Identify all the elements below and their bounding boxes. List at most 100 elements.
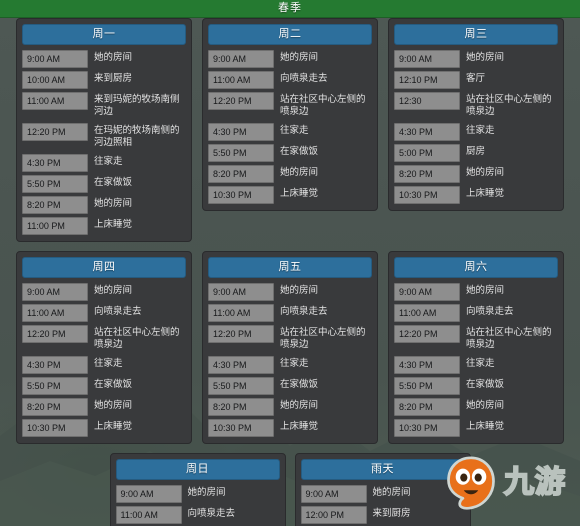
schedule-entry[interactable]: 9:00 AM 她的房间 — [394, 50, 558, 68]
schedule-entry[interactable]: 10:30 PM 上床睡觉 — [208, 186, 372, 204]
schedule-entry[interactable]: 11:00 AM 向喷泉走去 — [208, 71, 372, 89]
day-label: 周四 — [92, 261, 116, 273]
schedule-entry[interactable]: 11:00 AM 向喷泉走去 — [394, 304, 558, 322]
schedule-entry[interactable]: 12:00 PM 来到厨房 — [300, 506, 465, 524]
entry-text: 上床睡觉 — [280, 421, 319, 432]
day-panel-wednesday[interactable]: 周三 9:00 AM 她的房间 12:10 PM 客厅 12:30 站在社区中心… — [388, 18, 564, 211]
entry-list-friday: 9:00 AM 她的房间 11:00 AM 向喷泉走去 12:20 PM 站在社… — [208, 283, 372, 437]
day-panel-saturday[interactable]: 周六 9:00 AM 她的房间 11:00 AM 向喷泉走去 12:20 PM … — [388, 251, 564, 444]
entry-time: 8:20 PM — [208, 165, 274, 183]
day-panel-monday[interactable]: 周一 9:00 AM 她的房间 10:00 AM 来到厨房 11:00 AM 来… — [16, 18, 192, 242]
schedule-entry[interactable]: 9:00 AM 她的房间 — [300, 485, 465, 503]
entry-time: 11:00 PM — [22, 217, 88, 235]
schedule-entry[interactable]: 10:00 AM 来到厨房 — [22, 71, 186, 89]
schedule-entry[interactable]: 8:20 PM 她的房间 — [22, 398, 186, 416]
day-panel-thursday[interactable]: 周四 9:00 AM 她的房间 11:00 AM 向喷泉走去 12:20 PM … — [16, 251, 192, 444]
day-panel-rainy[interactable]: 雨天 9:00 AM 她的房间 12:00 PM 来到厨房 4:00 PM 回卧… — [294, 453, 471, 526]
schedule-entry[interactable]: 11:00 AM 向喷泉走去 — [208, 304, 372, 322]
schedule-entry[interactable]: 9:00 AM 她的房间 — [208, 50, 372, 68]
entry-list-tuesday: 9:00 AM 她的房间 11:00 AM 向喷泉走去 12:20 PM 站在社… — [208, 50, 372, 204]
day-panel-friday[interactable]: 周五 9:00 AM 她的房间 11:00 AM 向喷泉走去 12:20 PM … — [202, 251, 378, 444]
schedule-entry[interactable]: 12:20 PM 站在社区中心左侧的喷泉边 — [22, 325, 186, 353]
entry-time: 10:30 PM — [394, 419, 460, 437]
entry-text: 在家做饭 — [280, 379, 319, 390]
schedule-entry[interactable]: 9:00 AM 她的房间 — [208, 283, 372, 301]
entry-text: 在家做饭 — [466, 379, 505, 390]
entry-time: 10:30 PM — [208, 419, 274, 437]
entry-time: 11:00 AM — [22, 92, 88, 110]
schedule-entry[interactable]: 8:20 PM 她的房间 — [394, 165, 558, 183]
entry-time: 11:00 AM — [208, 71, 274, 89]
entry-text: 厨房 — [466, 146, 486, 157]
schedule-entry[interactable]: 11:00 PM 上床睡觉 — [22, 217, 186, 235]
entry-text: 站在社区中心左侧的喷泉边 — [280, 94, 366, 117]
schedule-entry[interactable]: 11:00 AM 向喷泉走去 — [115, 506, 280, 524]
day-panel-sunday[interactable]: 周日 9:00 AM 她的房间 11:00 AM 向喷泉走去 12:20 PM … — [109, 453, 286, 526]
schedule-entry[interactable]: 12:30 站在社区中心左侧的喷泉边 — [394, 92, 558, 120]
schedule-entry[interactable]: 8:20 PM 她的房间 — [208, 398, 372, 416]
entry-time: 5:50 PM — [208, 377, 274, 395]
entry-time: 12:20 PM — [22, 123, 88, 141]
schedule-entry[interactable]: 12:20 PM 站在社区中心左侧的喷泉边 — [208, 325, 372, 353]
entry-text: 往家走 — [94, 156, 123, 167]
entry-time: 12:20 PM — [208, 92, 274, 110]
schedule-entry[interactable]: 12:20 PM 在玛妮的牧场南侧的河边照相 — [22, 123, 186, 151]
schedule-entry[interactable]: 4:30 PM 往家走 — [394, 356, 558, 374]
entry-time: 8:20 PM — [394, 398, 460, 416]
schedule-entry[interactable]: 10:30 PM 上床睡觉 — [208, 419, 372, 437]
schedule-entry[interactable]: 5:50 PM 在家做饭 — [22, 175, 186, 193]
schedule-row-1: 周一 9:00 AM 她的房间 10:00 AM 来到厨房 11:00 AM 来… — [0, 18, 580, 242]
schedule-entry[interactable]: 8:20 PM 她的房间 — [208, 165, 372, 183]
schedule-entry[interactable]: 4:30 PM 往家走 — [394, 123, 558, 141]
entry-text: 她的房间 — [466, 52, 505, 63]
entry-text: 来到厨房 — [94, 73, 133, 84]
schedule-entry[interactable]: 8:20 PM 她的房间 — [22, 196, 186, 214]
schedule-entry[interactable]: 5:00 PM 厨房 — [394, 144, 558, 162]
entry-time: 9:00 AM — [394, 50, 460, 68]
schedule-entry[interactable]: 5:50 PM 在家做饭 — [208, 377, 372, 395]
entry-text: 往家走 — [466, 125, 495, 136]
schedule-entry[interactable]: 12:10 PM 客厅 — [394, 71, 558, 89]
entry-text: 站在社区中心左侧的喷泉边 — [466, 327, 552, 350]
schedule-entry[interactable]: 5:50 PM 在家做饭 — [394, 377, 558, 395]
schedule-entry[interactable]: 4:30 PM 往家走 — [208, 123, 372, 141]
schedule-entry[interactable]: 11:00 AM 向喷泉走去 — [22, 304, 186, 322]
schedule-entry[interactable]: 4:30 PM 往家走 — [22, 356, 186, 374]
entry-time: 4:30 PM — [394, 356, 460, 374]
entry-time: 10:30 PM — [22, 419, 88, 437]
entry-text: 在家做饭 — [280, 146, 319, 157]
schedule-entry[interactable]: 9:00 AM 她的房间 — [22, 283, 186, 301]
schedule-entry[interactable]: 5:50 PM 在家做饭 — [208, 144, 372, 162]
schedule-entry[interactable]: 12:20 PM 站在社区中心左侧的喷泉边 — [208, 92, 372, 120]
entry-time: 9:00 AM — [394, 283, 460, 301]
schedule-entry[interactable]: 11:00 AM 来到玛妮的牧场南侧河边 — [22, 92, 186, 120]
day-label: 周日 — [186, 463, 209, 475]
entry-text: 她的房间 — [94, 400, 133, 411]
schedule-entry[interactable]: 9:00 AM 她的房间 — [22, 50, 186, 68]
entry-list-wednesday: 9:00 AM 她的房间 12:10 PM 客厅 12:30 站在社区中心左侧的… — [394, 50, 558, 204]
schedule-entry[interactable]: 5:50 PM 在家做饭 — [22, 377, 186, 395]
entry-time: 9:00 AM — [208, 283, 274, 301]
schedule-entry[interactable]: 10:30 PM 上床睡觉 — [22, 419, 186, 437]
day-label: 周五 — [278, 261, 302, 273]
day-label: 雨天 — [371, 463, 394, 475]
schedule-entry[interactable]: 9:00 AM 她的房间 — [394, 283, 558, 301]
schedule-entry[interactable]: 8:20 PM 她的房间 — [394, 398, 558, 416]
schedule-entry[interactable]: 10:30 PM 上床睡觉 — [394, 419, 558, 437]
entry-text: 上床睡觉 — [94, 219, 133, 230]
day-header-rainy: 雨天 — [300, 459, 465, 480]
day-panel-tuesday[interactable]: 周二 9:00 AM 她的房间 11:00 AM 向喷泉走去 12:20 PM … — [202, 18, 378, 211]
schedule-screen: 春季 周一 9:00 AM 她的房间 10:00 AM 来到厨房 11:00 A… — [0, 0, 580, 526]
schedule-entry[interactable]: 4:30 PM 往家走 — [22, 154, 186, 172]
entry-text: 她的房间 — [466, 285, 505, 296]
entry-text: 站在社区中心左侧的喷泉边 — [94, 327, 180, 350]
day-header-tuesday: 周二 — [208, 24, 372, 45]
schedule-entry[interactable]: 12:20 PM 站在社区中心左侧的喷泉边 — [394, 325, 558, 353]
schedule-entry[interactable]: 10:30 PM 上床睡觉 — [394, 186, 558, 204]
schedule-entry[interactable]: 4:30 PM 往家走 — [208, 356, 372, 374]
entry-time: 5:00 PM — [394, 144, 460, 162]
entry-time: 11:00 AM — [394, 304, 460, 322]
entry-time: 11:00 AM — [115, 506, 182, 524]
schedule-row-2: 周四 9:00 AM 她的房间 11:00 AM 向喷泉走去 12:20 PM … — [0, 251, 580, 444]
schedule-entry[interactable]: 9:00 AM 她的房间 — [115, 485, 280, 503]
